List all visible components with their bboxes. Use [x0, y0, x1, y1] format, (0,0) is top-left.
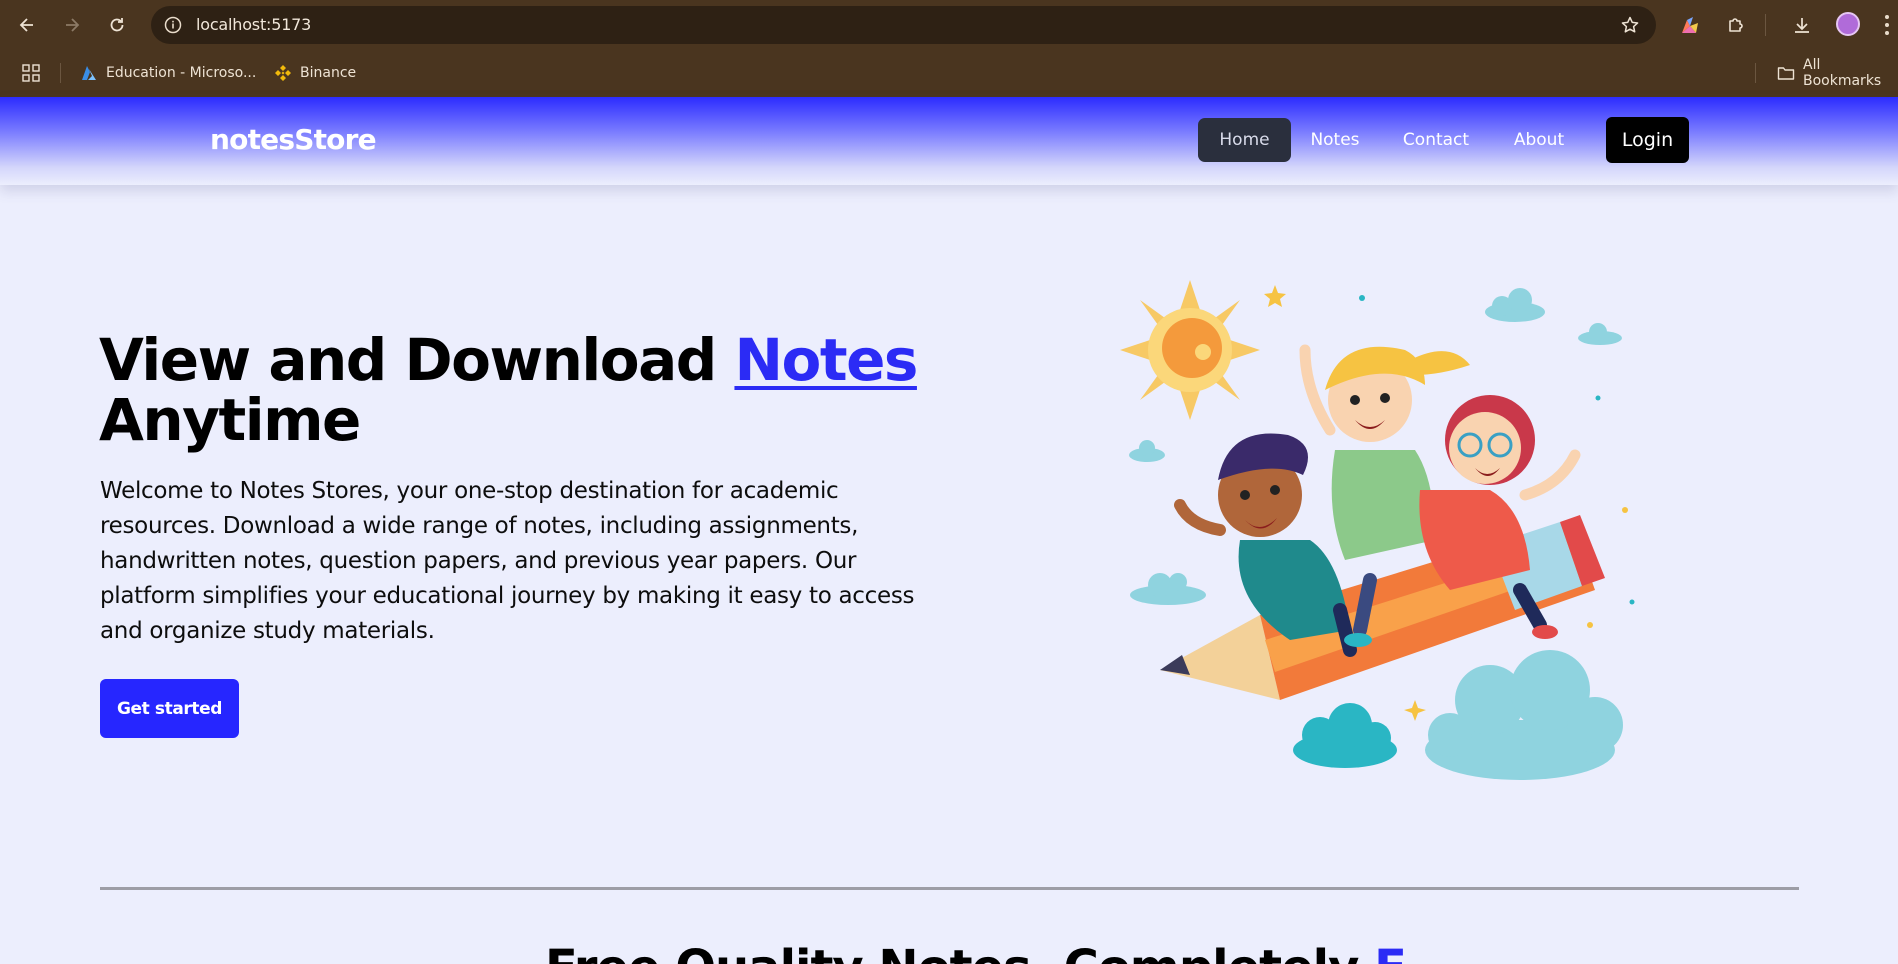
azure-icon	[80, 64, 98, 82]
nav-link-contact[interactable]: Contact	[1391, 118, 1481, 162]
bookmark-binance[interactable]: Binance	[274, 62, 356, 84]
all-bookmarks-button[interactable]: All Bookmarks	[1777, 57, 1898, 89]
all-bookmarks-label: All Bookmarks	[1803, 57, 1882, 89]
download-icon	[1795, 18, 1809, 33]
bookmark-label: Education - Microso...	[106, 65, 257, 81]
reload-icon	[110, 18, 124, 32]
reload-button[interactable]	[105, 13, 129, 37]
nav-link-about[interactable]: About	[1505, 118, 1573, 162]
bookmarks-divider	[1755, 63, 1756, 83]
downloads-button[interactable]	[1790, 13, 1814, 37]
get-started-button[interactable]: Get started	[100, 679, 239, 738]
back-button[interactable]	[15, 13, 39, 37]
browser-toolbar: localhost:5173	[0, 0, 1898, 50]
next-section-heading: Free Quality Notes, Completely F	[545, 940, 1407, 964]
bookmark-education[interactable]: Education - Microso...	[80, 62, 256, 84]
toolbar-divider	[1765, 14, 1766, 36]
nav-link-notes[interactable]: Notes	[1302, 118, 1368, 162]
boy-character	[1174, 433, 1357, 657]
forward-button[interactable]	[60, 13, 84, 37]
bookmarks-divider	[60, 63, 61, 83]
bookmark-label: Binance	[300, 65, 357, 81]
site-info-icon[interactable]	[163, 15, 183, 35]
extension-logo-icon	[1682, 17, 1698, 33]
extensions-menu-button[interactable]	[1724, 13, 1748, 37]
next-section-heading-text: Free Quality Notes, Completely	[545, 940, 1374, 964]
arrow-right-icon	[66, 18, 80, 32]
section-divider	[100, 887, 1799, 890]
hero-description: Welcome to Notes Stores, your one-stop d…	[100, 478, 915, 644]
hero-title-accent: Notes	[734, 326, 918, 394]
brand-logo[interactable]: notesStore	[210, 123, 377, 156]
site-navbar: notesStore Home Notes Contact About Logi…	[0, 97, 1898, 185]
hero-title-part2: Anytime	[99, 386, 361, 454]
browser-chrome: localhost:5173 Education - Microso... Bi…	[0, 0, 1898, 97]
bookmarks-bar: Education - Microso... Binance All Bookm…	[0, 50, 1898, 97]
extension-button[interactable]	[1678, 13, 1702, 37]
sun-icon	[1120, 280, 1260, 420]
hero-title-part1: View and Download	[99, 326, 735, 394]
profile-avatar[interactable]	[1836, 12, 1860, 36]
hero-title: View and Download Notes Anytime	[99, 330, 959, 450]
folder-icon	[1777, 64, 1795, 82]
apps-button[interactable]	[22, 62, 40, 84]
puzzle-icon	[1729, 18, 1743, 32]
url-text[interactable]: localhost:5173	[196, 15, 311, 34]
arrow-left-icon	[19, 18, 33, 32]
binance-icon	[274, 64, 292, 82]
apps-grid-icon	[22, 64, 40, 82]
bookmark-star-icon[interactable]	[1620, 15, 1640, 35]
browser-menu-icon[interactable]	[1884, 15, 1890, 35]
login-button[interactable]: Login	[1606, 117, 1689, 163]
next-section-heading-accent: F	[1374, 940, 1407, 964]
kids-riding-pencil-illustration	[1120, 280, 1635, 780]
nav-link-home[interactable]: Home	[1198, 118, 1291, 162]
address-bar[interactable]: localhost:5173	[151, 6, 1656, 44]
